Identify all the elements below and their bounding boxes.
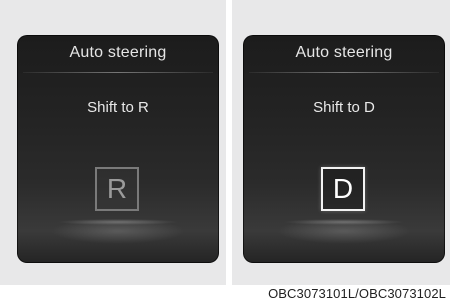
title-divider	[23, 72, 213, 73]
floor-glow	[57, 219, 179, 225]
display-title: Auto steering	[69, 44, 167, 61]
floor-glow	[283, 219, 405, 225]
shift-message: Shift to D	[313, 99, 375, 116]
image-caption: OBC3073101L/OBC3073102L	[268, 286, 446, 301]
display-title: Auto steering	[295, 44, 393, 61]
cluster-display-left: Auto steering Shift to R R	[17, 35, 219, 263]
title-divider	[249, 72, 439, 73]
cluster-display-right: Auto steering Shift to D D	[243, 35, 445, 263]
shift-message: Shift to R	[87, 99, 149, 116]
gear-indicator-d: D	[321, 167, 365, 211]
gear-indicator-r: R	[95, 167, 139, 211]
